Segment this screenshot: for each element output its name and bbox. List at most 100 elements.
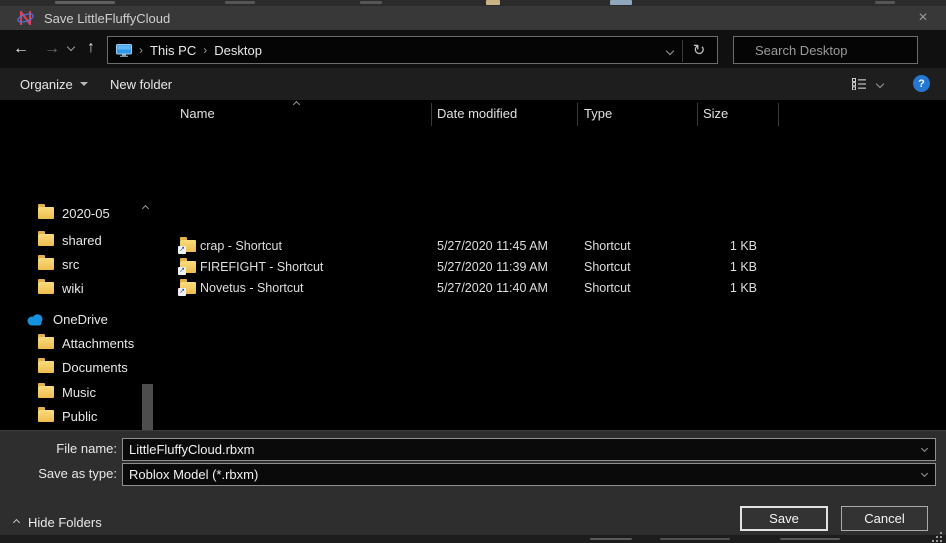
file-type: Shortcut	[584, 239, 631, 253]
folder-icon	[38, 361, 54, 373]
search-input[interactable]	[753, 42, 933, 59]
breadcrumb-desktop[interactable]: Desktop	[214, 43, 262, 58]
folder-icon	[38, 386, 54, 398]
file-name-input[interactable]	[122, 438, 936, 461]
file-type: Shortcut	[584, 281, 631, 295]
sidebar-item-label: 2020-05	[62, 206, 110, 221]
dialog-title: Save LittleFluffyCloud	[44, 11, 170, 26]
background-text-fragment	[360, 1, 382, 4]
cancel-button[interactable]: Cancel	[841, 506, 928, 531]
background-text-fragment	[590, 538, 632, 540]
navigation-pane: 2020-05 shared src wiki OneDrive Attachm…	[0, 100, 160, 430]
organize-label: Organize	[20, 77, 73, 92]
file-list: Name Date modified Type Size crap - Shor…	[160, 100, 946, 430]
sidebar-item-onedrive[interactable]: OneDrive	[5, 307, 141, 331]
sidebar-item-label: shared	[62, 233, 102, 248]
sidebar-item-src[interactable]: src	[5, 252, 141, 276]
sidebar-item-attachments[interactable]: Attachments	[5, 331, 141, 355]
file-name: Novetus - Shortcut	[200, 281, 304, 295]
details-view-icon[interactable]	[852, 78, 867, 90]
sidebar-item-label: Public	[62, 409, 97, 424]
help-icon[interactable]: ?	[913, 75, 930, 92]
sidebar-scroll-up-icon[interactable]	[142, 205, 149, 212]
column-divider[interactable]	[431, 103, 432, 126]
address-bar[interactable]: › This PC › Desktop ↻	[107, 36, 718, 64]
sidebar-item-label: OneDrive	[53, 312, 108, 327]
dialog-titlebar: Save LittleFluffyCloud ×	[0, 6, 946, 30]
column-header-size[interactable]: Size	[703, 100, 728, 127]
close-icon[interactable]: ×	[908, 6, 938, 30]
sidebar-item-label: Documents	[62, 360, 128, 375]
folder-icon	[38, 258, 54, 270]
column-header-name[interactable]: Name	[180, 100, 215, 127]
save-file-dialog: Save LittleFluffyCloud × ← → ↑ › This PC…	[0, 0, 946, 543]
sidebar-item-2020-05[interactable]: 2020-05	[5, 201, 141, 225]
sidebar-item-wiki[interactable]: wiki	[5, 276, 141, 300]
file-name: FIREFIGHT - Shortcut	[200, 260, 323, 274]
up-icon[interactable]: ↑	[87, 40, 95, 56]
organize-button[interactable]: Organize	[20, 68, 88, 100]
file-row-firefight-shortcut[interactable]: FIREFIGHT - Shortcut 5/27/2020 11:39 AM …	[160, 257, 946, 278]
column-divider[interactable]	[577, 103, 578, 126]
sidebar-item-documents-onedrive[interactable]: Documents	[5, 355, 141, 379]
recent-locations-chevron-icon[interactable]	[67, 43, 75, 51]
file-row-crap-shortcut[interactable]: crap - Shortcut 5/27/2020 11:45 AM Short…	[160, 236, 946, 257]
background-icon-fragment	[486, 0, 500, 5]
address-bar-divider	[682, 40, 683, 62]
novetus-app-icon	[17, 10, 35, 26]
save-as-type-value: Roblox Model (*.rbxm)	[129, 467, 258, 482]
forward-icon[interactable]: →	[44, 41, 60, 57]
view-options-chevron-icon[interactable]	[876, 80, 884, 88]
file-date-modified: 5/27/2020 11:39 AM	[437, 260, 548, 274]
file-size: 1 KB	[683, 281, 757, 295]
folder-icon	[38, 234, 54, 246]
background-text-fragment	[660, 538, 730, 540]
folder-icon	[38, 337, 54, 349]
back-icon[interactable]: ←	[13, 41, 29, 57]
resize-grip[interactable]	[930, 530, 942, 542]
command-toolbar: Organize New folder ?	[0, 68, 946, 100]
hide-folders-button[interactable]: Hide Folders	[14, 515, 102, 530]
file-date-modified: 5/27/2020 11:45 AM	[437, 239, 548, 253]
navigation-bar: ← → ↑ › This PC › Desktop ↻	[0, 30, 946, 68]
this-pc-icon	[116, 44, 132, 57]
sidebar-item-music[interactable]: Music	[5, 380, 141, 404]
sidebar-item-label: Attachments	[62, 336, 134, 351]
file-size: 1 KB	[683, 260, 757, 274]
background-text-fragment	[225, 1, 255, 4]
sidebar-item-label: src	[62, 257, 79, 272]
breadcrumb-separator-icon: ›	[139, 43, 143, 57]
folder-icon	[38, 410, 54, 422]
shortcut-folder-icon	[180, 240, 196, 252]
save-options-panel: File name: Save as type: Roblox Model (*…	[0, 430, 946, 535]
file-row-novetus-shortcut[interactable]: Novetus - Shortcut 5/27/2020 11:40 AM Sh…	[160, 278, 946, 299]
new-folder-label: New folder	[110, 77, 172, 92]
hide-folders-label: Hide Folders	[28, 515, 102, 530]
sidebar-item-shared[interactable]: shared	[5, 228, 141, 252]
column-header-type[interactable]: Type	[584, 100, 612, 127]
sidebar-item-public[interactable]: Public	[5, 404, 141, 428]
shortcut-folder-icon	[180, 282, 196, 294]
organize-dropdown-icon	[80, 82, 88, 86]
new-folder-button[interactable]: New folder	[110, 68, 172, 100]
address-dropdown-chevron-icon[interactable]	[666, 47, 674, 55]
sidebar-item-label: wiki	[62, 281, 84, 296]
sort-ascending-icon	[293, 101, 300, 108]
column-header-date-modified[interactable]: Date modified	[437, 100, 517, 127]
shortcut-folder-icon	[180, 261, 196, 273]
save-button[interactable]: Save	[740, 506, 828, 531]
save-as-type-label: Save as type:	[0, 466, 117, 481]
breadcrumb-this-pc[interactable]: This PC	[150, 43, 196, 58]
folder-icon	[38, 207, 54, 219]
column-divider[interactable]	[778, 103, 779, 126]
refresh-icon[interactable]: ↻	[688, 41, 710, 61]
file-name-label: File name:	[0, 441, 117, 456]
file-date-modified: 5/27/2020 11:40 AM	[437, 281, 548, 295]
background-window-bottom-edge	[0, 535, 946, 543]
file-size: 1 KB	[683, 239, 757, 253]
search-box	[733, 36, 918, 64]
sidebar-item-label: Music	[62, 385, 96, 400]
save-as-type-select[interactable]: Roblox Model (*.rbxm)	[122, 463, 936, 486]
column-divider[interactable]	[697, 103, 698, 126]
folder-icon	[38, 282, 54, 294]
